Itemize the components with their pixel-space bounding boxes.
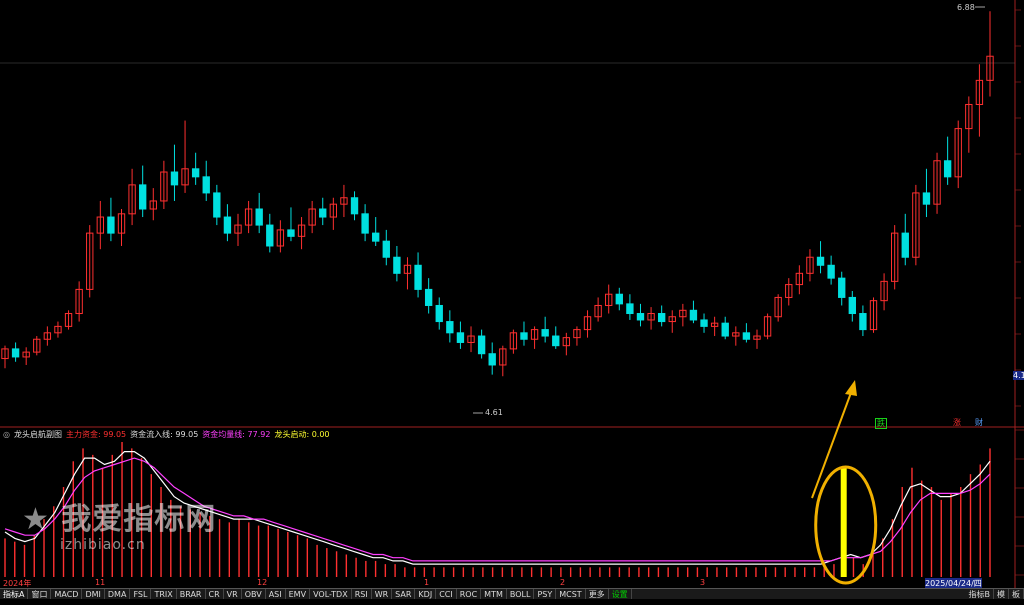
- candle-body: [552, 335, 560, 347]
- candle-body: [319, 208, 327, 218]
- candle-body: [361, 213, 369, 234]
- status-bar: [0, 599, 1024, 605]
- candle-body: [287, 229, 295, 237]
- tag-cai: 财: [975, 418, 983, 427]
- candle-body: [477, 335, 486, 355]
- arrow-head-icon: [845, 380, 857, 396]
- candle-body: [382, 240, 390, 258]
- candle-body: [11, 348, 20, 358]
- candle-body: [700, 319, 708, 327]
- candle-body: [689, 309, 698, 321]
- candle-body: [816, 256, 825, 266]
- candle-body: [943, 160, 952, 178]
- field-label: 主力资金:: [65, 430, 101, 439]
- candle-body: [255, 208, 263, 226]
- candle-body: [350, 197, 359, 215]
- candle-body: [626, 303, 634, 315]
- right-edge-price: 4.1: [1013, 371, 1024, 380]
- candle-body: [170, 171, 179, 186]
- candle-body: [615, 293, 623, 305]
- tag-zhang: 涨: [953, 418, 961, 427]
- date-label: 3: [700, 578, 706, 587]
- date-label: 12: [257, 578, 268, 587]
- candle-body: [213, 192, 221, 218]
- indicator-header: ◎ 龙头启航副图 主力资金: 99.05 资金流入线: 99.05 资金均量线:…: [0, 428, 1003, 441]
- candle-body: [107, 216, 115, 234]
- candle-body: [488, 353, 496, 366]
- signal-bar: [840, 468, 847, 577]
- candle-body: [859, 313, 867, 331]
- candle-body: [742, 332, 751, 340]
- watermark-url: izhibiao.cn: [60, 537, 146, 553]
- low-price-label: 4.61: [485, 408, 503, 417]
- field-value: 99.05: [175, 430, 199, 439]
- field-label: 资金流入线:: [130, 430, 173, 439]
- candle-body: [838, 277, 846, 298]
- candle-body: [223, 216, 232, 234]
- candle-body: [636, 313, 645, 321]
- candle-body: [202, 176, 210, 194]
- date-label: 2: [560, 578, 566, 587]
- date-label: 11: [95, 578, 106, 587]
- candle-body: [424, 288, 433, 306]
- field-label: 资金均量线:: [202, 430, 245, 439]
- indicator-toggle-icon[interactable]: ◎: [3, 430, 10, 439]
- date-label: 1: [424, 578, 430, 587]
- candle-body: [721, 322, 729, 337]
- field-value: 99.05: [103, 430, 127, 439]
- candle-body: [139, 184, 147, 210]
- candle-body: [922, 192, 931, 205]
- candle-body: [541, 329, 549, 337]
- candle-body: [393, 256, 401, 274]
- candle-body: [266, 224, 274, 247]
- candle-body: [372, 232, 380, 242]
- candle-body: [456, 332, 465, 343]
- candle-body: [827, 264, 835, 279]
- watermark-title: ★ 我爱指标网: [22, 502, 217, 537]
- candle-body: [435, 304, 443, 323]
- candle-body: [901, 232, 909, 258]
- candle-body: [848, 296, 856, 315]
- field-value: 0.00: [311, 430, 330, 439]
- candle-body: [520, 332, 528, 340]
- field-value: 77.92: [247, 430, 271, 439]
- candle-body: [191, 168, 200, 178]
- field-label: 龙头启动:: [274, 430, 310, 439]
- high-price-label: 6.88: [957, 3, 975, 12]
- candle-body: [446, 321, 454, 334]
- candle-body: [657, 313, 666, 323]
- indicator-name[interactable]: 龙头启航副图: [14, 429, 62, 440]
- candle-body: [414, 264, 422, 290]
